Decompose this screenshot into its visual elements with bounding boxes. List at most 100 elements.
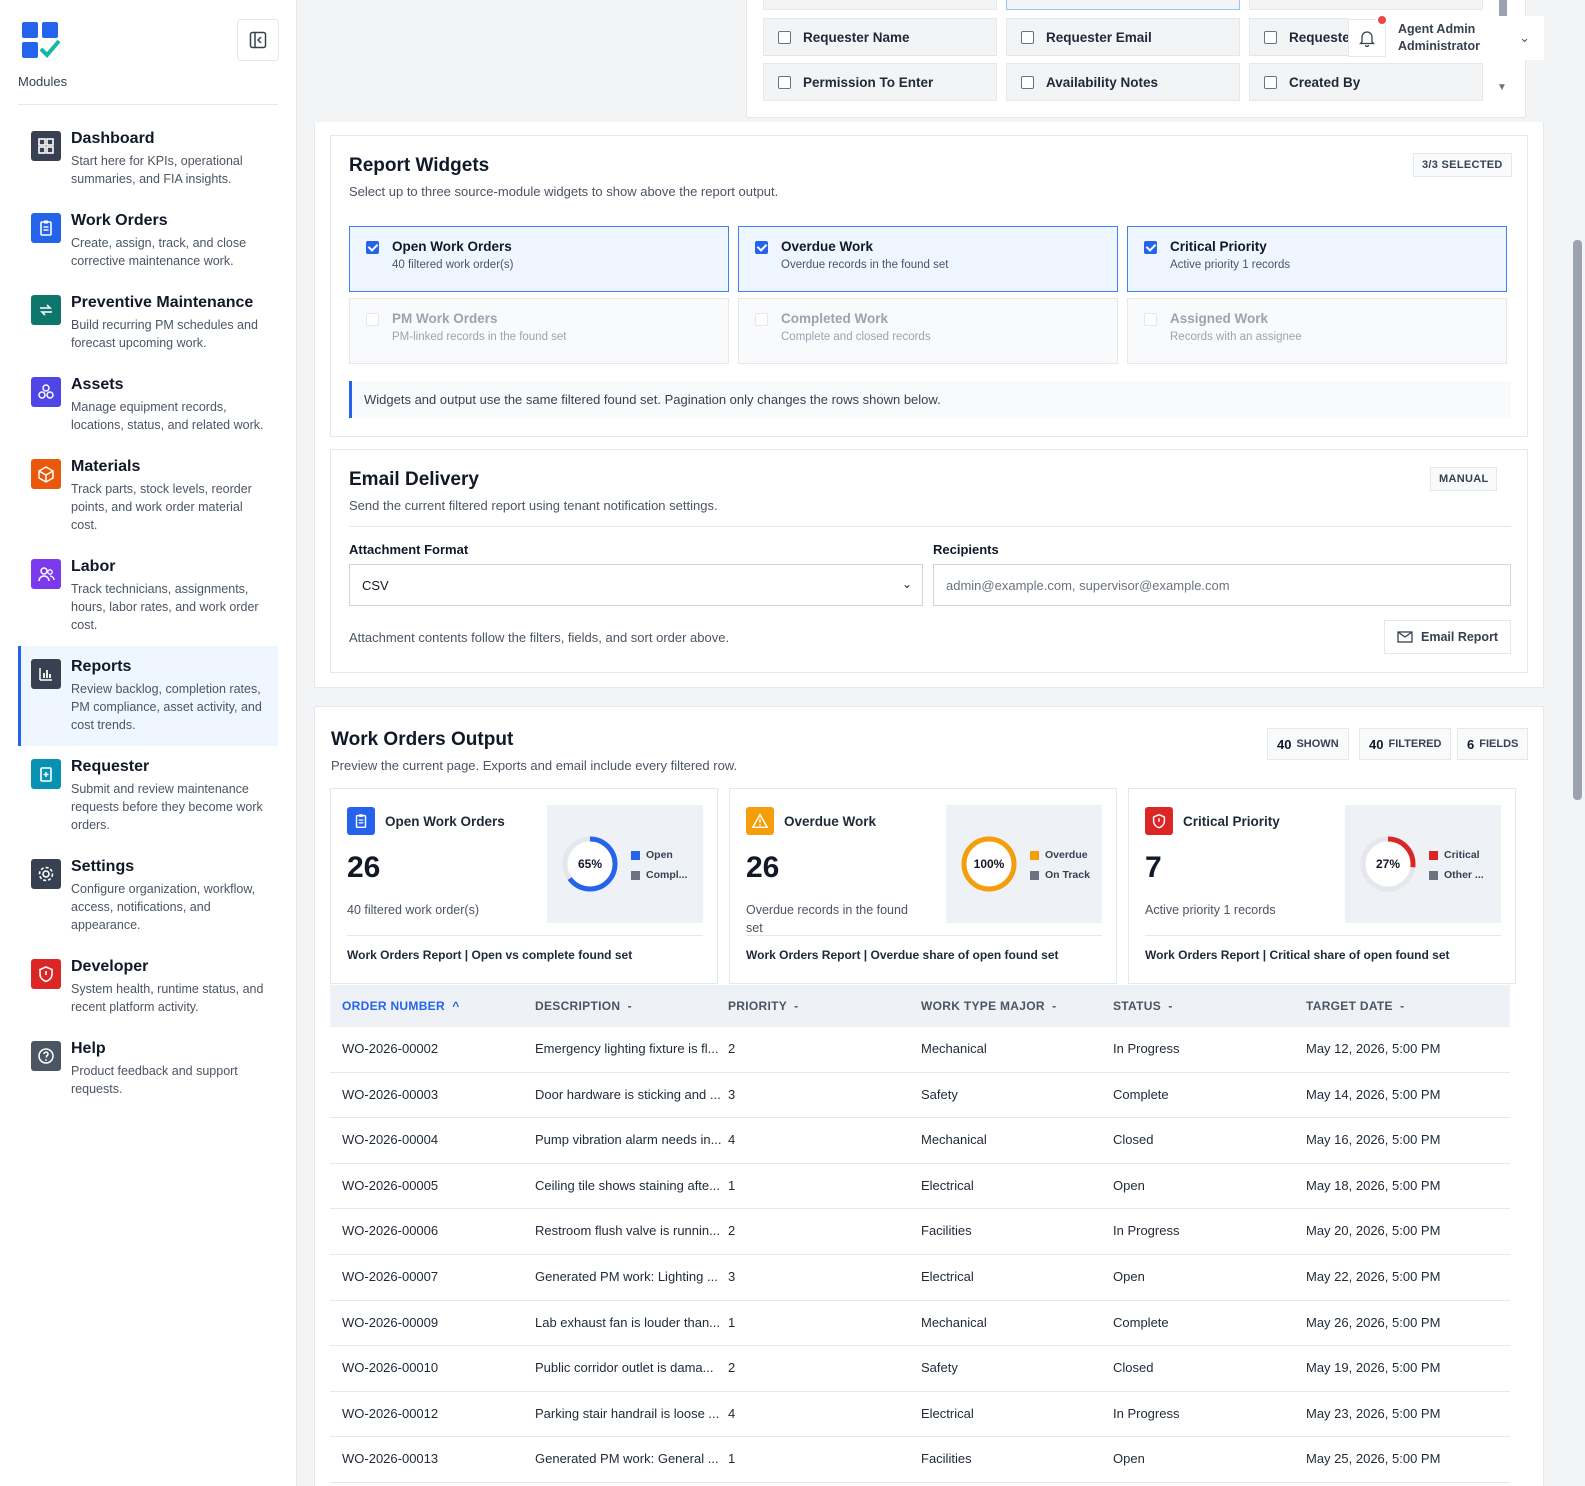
checkbox[interactable]	[778, 75, 791, 89]
checkbox[interactable]	[1144, 241, 1157, 254]
user-menu[interactable]: Agent Admin Administrator	[1398, 21, 1480, 55]
user-menu-chevron-icon[interactable]: ⌄	[1519, 30, 1530, 46]
recipients-input[interactable]: admin@example.com, supervisor@example.co…	[933, 564, 1511, 606]
legend-item: Open	[631, 849, 673, 861]
sidebar-item-preventive-maintenance[interactable]: Preventive Maintenance Build recurring PM…	[18, 282, 278, 364]
column-header-priority[interactable]: PRIORITY -	[728, 999, 798, 1013]
widget-option-overdue-work[interactable]: Overdue Work Overdue records in the found…	[738, 226, 1118, 292]
table-row[interactable]: WO-2026-00003 Door hardware is sticking a…	[330, 1072, 1510, 1119]
table-cell: Mechanical	[921, 1041, 987, 1056]
table-cell: Mechanical	[921, 1132, 987, 1148]
table-cell: WO-2026-00002	[342, 1041, 439, 1056]
widget-option-title: PM Work Orders	[392, 311, 498, 326]
widget-option-subtitle: Complete and closed records	[781, 331, 931, 343]
table-row[interactable]: WO-2026-00006 Restroom flush valve is run…	[330, 1209, 1510, 1255]
table-cell: Open	[1113, 1268, 1145, 1284]
table-body: WO-2026-00002 Emergency lighting fixture …	[330, 1027, 1510, 1483]
table-row[interactable]: WO-2026-00009 Lab exhaust fan is louder t…	[330, 1300, 1510, 1347]
table-row[interactable]: WO-2026-00010 Public corridor outlet is d…	[330, 1346, 1510, 1392]
widget-option-title: Overdue Work	[781, 239, 874, 254]
sidebar-item-developer[interactable]: Developer System health, runtime status, …	[18, 946, 278, 1028]
table-cell: Safety	[921, 1360, 958, 1376]
table-cell: May 18, 2026, 5:00 PM	[1306, 1177, 1441, 1193]
table-cell: WO-2026-00007	[342, 1268, 439, 1284]
sidebar-item-reports[interactable]: Reports Review backlog, completion rates,…	[18, 646, 278, 746]
checkbox[interactable]	[1144, 313, 1157, 326]
table-row[interactable]: WO-2026-00007 Generated PM work: Lighting…	[330, 1254, 1510, 1301]
table-row[interactable]: WO-2026-00002 Emergency lighting fixture …	[330, 1027, 1510, 1073]
table-row[interactable]: WO-2026-00012 Parking stair handrail is l…	[330, 1391, 1510, 1438]
widget-option-pm-work-orders[interactable]: PM Work Orders PM-linked records in the f…	[349, 298, 729, 364]
legend-item: Critical	[1429, 849, 1480, 861]
sidebar-item-dashboard[interactable]: Dashboard Start here for KPIs, operationa…	[18, 118, 278, 200]
card-title: Open Work Orders	[385, 814, 505, 829]
checkbox[interactable]	[366, 313, 379, 326]
column-header-order-number[interactable]: ORDER NUMBER ^	[342, 999, 460, 1013]
field-option-requester-email[interactable]: Requester Email	[1006, 18, 1240, 56]
checkbox[interactable]	[778, 30, 791, 44]
sidebar-item-materials[interactable]: Materials Track parts, stock levels, reor…	[18, 446, 278, 546]
bar-chart-icon	[31, 659, 61, 689]
email-delivery-section: Email Delivery Send the current filtered…	[330, 449, 1528, 673]
column-header-work-type-major[interactable]: WORK TYPE MAJOR -	[921, 999, 1056, 1013]
attachment-format-select[interactable]: CSV ⌄	[349, 564, 923, 606]
table-cell: 3	[728, 1268, 736, 1284]
sidebar-item-assets[interactable]: Assets Manage equipment records, location…	[18, 364, 278, 446]
table-cell: Electrical	[921, 1405, 974, 1421]
table-cell: WO-2026-00010	[342, 1360, 439, 1376]
notifications-button[interactable]	[1348, 14, 1388, 57]
legend-swatch	[631, 850, 640, 860]
donut-svg: 65%	[562, 836, 618, 892]
widget-option-critical-priority[interactable]: Critical Priority Active priority 1 recor…	[1127, 226, 1507, 292]
legend-swatch	[1030, 870, 1039, 880]
widget-option-open-work-orders[interactable]: Open Work Orders 40 filtered work order(s…	[349, 226, 729, 292]
table-row[interactable]: WO-2026-00005 Ceiling tile shows staining…	[330, 1163, 1510, 1210]
page-scrollbar-thumb[interactable]	[1573, 240, 1582, 800]
sidebar-item-requester[interactable]: Requester Submit and review maintenance r…	[18, 746, 278, 846]
sidebar-item-work-orders[interactable]: Work Orders Create, assign, track, and cl…	[18, 200, 278, 282]
checkbox[interactable]	[1021, 75, 1034, 89]
card-footer: Work Orders Report | Open vs complete fo…	[347, 935, 703, 962]
attachment-format-label: Attachment Format	[349, 542, 469, 557]
checkbox[interactable]	[1021, 30, 1034, 44]
page-scrollbar[interactable]	[1570, 0, 1585, 1486]
checkbox[interactable]	[1264, 30, 1277, 44]
sidebar-item-help[interactable]: Help Product feedback and support request…	[18, 1028, 278, 1110]
email-report-button[interactable]: Email Report	[1384, 620, 1512, 654]
table-cell: Ceiling tile shows staining afte...	[535, 1177, 720, 1193]
clipboard-icon	[347, 807, 375, 835]
card-count: 26	[746, 851, 780, 884]
field-option-top-1[interactable]	[763, 0, 997, 10]
column-header-status[interactable]: STATUS -	[1113, 999, 1173, 1013]
card-count: 26	[347, 851, 381, 884]
table-row[interactable]: WO-2026-00004 Pump vibration alarm needs …	[330, 1118, 1510, 1164]
app-logo-icon[interactable]	[22, 22, 60, 60]
table-cell: Public corridor outlet is dama...	[535, 1360, 714, 1376]
checkbox[interactable]	[755, 241, 768, 254]
sidebar-item-description: Build recurring PM schedules and forecas…	[71, 318, 258, 350]
table-cell: May 25, 2026, 5:00 PM	[1306, 1451, 1441, 1467]
field-option-requester-name[interactable]: Requester Name	[763, 18, 997, 56]
sidebar-item-settings[interactable]: Settings Configure organization, workflow…	[18, 846, 278, 946]
sidebar-item-labor[interactable]: Labor Track technicians, assignments, hou…	[18, 546, 278, 646]
collapse-sidebar-button[interactable]	[237, 19, 279, 61]
field-option-availability-notes[interactable]: Availability Notes	[1006, 63, 1240, 101]
table-cell: Facilities	[921, 1451, 972, 1467]
field-option-top-2[interactable]	[1006, 0, 1240, 10]
sidebar-item-label: Reports	[71, 658, 132, 675]
column-header-description[interactable]: DESCRIPTION -	[535, 999, 632, 1013]
sidebar-item-label: Labor	[71, 558, 116, 575]
widget-option-assigned-work[interactable]: Assigned Work Records with an assignee	[1127, 298, 1507, 364]
checkbox[interactable]	[1264, 75, 1277, 89]
checkbox[interactable]	[755, 313, 768, 326]
table-row[interactable]: WO-2026-00013 Generated PM work: General …	[330, 1437, 1510, 1483]
field-option-created-by[interactable]: Created By	[1249, 63, 1483, 101]
field-option-top-3[interactable]	[1249, 0, 1483, 10]
widget-option-completed-work[interactable]: Completed Work Complete and closed record…	[738, 298, 1118, 364]
checkbox[interactable]	[366, 241, 379, 254]
field-option-permission-to-enter[interactable]: Permission To Enter	[763, 63, 997, 101]
field-list-scroll-down-icon[interactable]: ▼	[1497, 82, 1507, 93]
column-header-target-date[interactable]: TARGET DATE -	[1306, 999, 1404, 1013]
field-list-scrollbar[interactable]	[1499, 0, 1507, 16]
table-cell: 1	[728, 1314, 736, 1330]
